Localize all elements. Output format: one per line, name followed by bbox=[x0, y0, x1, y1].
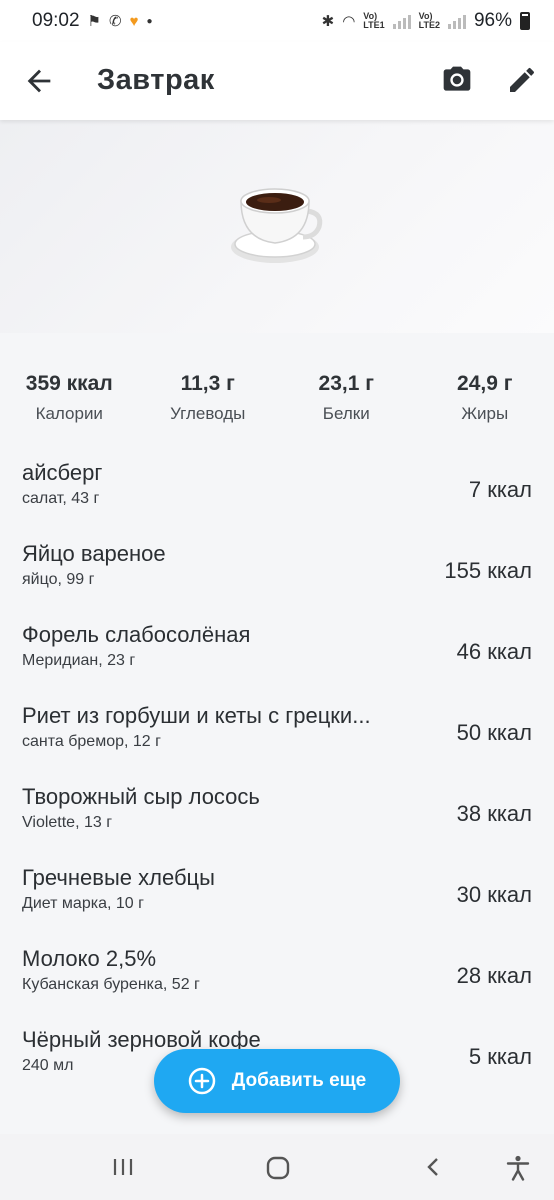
food-calories: 38 ккал bbox=[456, 801, 532, 826]
food-details: Кубанская буренка, 52 г bbox=[22, 976, 200, 993]
list-item[interactable]: Риет из горбуши и кеты с грецки... санта… bbox=[0, 698, 554, 779]
recent-apps-icon bbox=[113, 1159, 133, 1175]
food-name: Молоко 2,5% bbox=[22, 946, 157, 971]
macro-calories: 359 ккал Калории bbox=[0, 372, 139, 432]
home-icon bbox=[266, 1156, 290, 1180]
system-nav-bar bbox=[0, 1134, 554, 1200]
edit-button[interactable] bbox=[506, 64, 538, 96]
status-right: ✱ ◠ Vo) LTE1 Vo) LTE2 96% bbox=[322, 10, 530, 32]
chevron-left-icon bbox=[427, 1158, 438, 1176]
lte2-label: LTE2 bbox=[418, 20, 440, 30]
coffee-cup-icon bbox=[231, 187, 323, 263]
macro-label: Белки bbox=[322, 404, 370, 423]
list-item[interactable]: Творожный сыр лосось Violette, 13 г 38 к… bbox=[0, 779, 554, 860]
app-notification-icon: ♥ bbox=[129, 12, 139, 30]
pencil-icon bbox=[510, 67, 535, 92]
macro-protein: 23,1 г Белки bbox=[277, 372, 416, 432]
status-bar: 09:02 ⚑ ✆ ♥ ● ✱ ◠ Vo) LTE1 Vo) LTE2 96% bbox=[0, 0, 554, 42]
dot-icon: ● bbox=[146, 15, 153, 27]
battery-icon bbox=[520, 12, 530, 30]
macro-label: Калории bbox=[35, 404, 103, 423]
signal1-icon bbox=[392, 13, 411, 29]
macro-value: 359 ккал bbox=[25, 372, 113, 395]
camera-icon bbox=[443, 66, 471, 91]
lte1-indicator: Vo) LTE1 bbox=[363, 12, 384, 30]
lte1-label: LTE1 bbox=[363, 20, 385, 30]
macro-value: 23,1 г bbox=[318, 372, 374, 395]
back-nav-button[interactable] bbox=[420, 1154, 446, 1185]
signal2-icon bbox=[447, 13, 466, 29]
food-calories: 155 ккал bbox=[444, 558, 532, 583]
list-item[interactable]: Молоко 2,5% Кубанская буренка, 52 г 28 к… bbox=[0, 941, 554, 1022]
food-name: айсберг bbox=[22, 460, 103, 485]
recent-apps-button[interactable] bbox=[110, 1154, 136, 1185]
macro-value: 24,9 г bbox=[457, 372, 513, 395]
food-name: Риет из горбуши и кеты с грецки... bbox=[22, 703, 371, 728]
food-details: Violette, 13 г bbox=[22, 814, 113, 831]
food-name: Яйцо вареное bbox=[22, 541, 166, 566]
macro-value: 11,3 г bbox=[180, 372, 235, 395]
battery-percent: 96% bbox=[473, 10, 512, 31]
bluetooth-icon: ✱ bbox=[321, 13, 335, 30]
food-details: 240 мл bbox=[22, 1057, 74, 1074]
food-calories: 28 ккал bbox=[456, 963, 532, 988]
lte2-indicator: Vo) LTE2 bbox=[419, 12, 440, 30]
list-item[interactable]: айсберг салат, 43 г 7 ккал bbox=[0, 455, 554, 536]
list-item[interactable]: Форель слабосолёная Меридиан, 23 г 46 кк… bbox=[0, 617, 554, 698]
camera-button[interactable] bbox=[441, 64, 473, 96]
add-more-button[interactable]: Добавить еще bbox=[154, 1049, 400, 1113]
wifi-icon: ◠ bbox=[342, 13, 356, 30]
list-item[interactable]: Гречневые хлебцы Диет марка, 10 г 30 кка… bbox=[0, 860, 554, 941]
food-details: яйцо, 99 г bbox=[22, 571, 95, 588]
food-calories: 7 ккал bbox=[468, 477, 532, 502]
food-calories: 30 ккал bbox=[456, 882, 532, 907]
food-name: Гречневые хлебцы bbox=[22, 865, 215, 890]
macro-carbs: 11,3 г Углеводы bbox=[139, 372, 278, 432]
food-details: салат, 43 г bbox=[22, 490, 100, 507]
food-list: айсберг салат, 43 г 7 ккал Яйцо вареное … bbox=[0, 455, 554, 1103]
food-name: Творожный сыр лосось bbox=[22, 784, 260, 809]
nutrition-summary: 359 ккал Калории 11,3 г Углеводы 23,1 г … bbox=[0, 372, 554, 432]
list-item[interactable]: Яйцо вареное яйцо, 99 г 155 ккал bbox=[0, 536, 554, 617]
page-title: Завтрак bbox=[97, 64, 215, 96]
food-name: Форель слабосолёная bbox=[22, 622, 251, 647]
accessibility-icon bbox=[506, 1155, 530, 1181]
status-left: 09:02 ⚑ ✆ ♥ ● bbox=[32, 10, 153, 32]
status-time: 09:02 bbox=[32, 10, 80, 31]
add-more-label: Добавить еще bbox=[231, 1070, 367, 1091]
food-details: санта бремор, 12 г bbox=[22, 733, 161, 750]
macro-label: Жиры bbox=[461, 404, 509, 423]
whatsapp-icon: ✆ bbox=[109, 13, 122, 30]
arrow-back-icon bbox=[27, 69, 51, 93]
food-details: Меридиан, 23 г bbox=[22, 652, 136, 669]
food-details: Диет марка, 10 г bbox=[22, 895, 144, 912]
food-calories: 5 ккал bbox=[468, 1044, 532, 1069]
home-button[interactable] bbox=[264, 1154, 292, 1187]
macro-fat: 24,9 г Жиры bbox=[416, 372, 554, 432]
running-icon: ⚑ bbox=[87, 13, 101, 30]
accessibility-button[interactable] bbox=[504, 1154, 532, 1187]
meal-image bbox=[0, 120, 554, 333]
food-calories: 50 ккал bbox=[456, 720, 532, 745]
add-circle-icon bbox=[188, 1067, 216, 1095]
food-calories: 46 ккал bbox=[456, 639, 532, 664]
app-bar: Завтрак bbox=[0, 42, 554, 120]
back-button[interactable] bbox=[22, 64, 56, 98]
macro-label: Углеводы bbox=[170, 404, 246, 423]
